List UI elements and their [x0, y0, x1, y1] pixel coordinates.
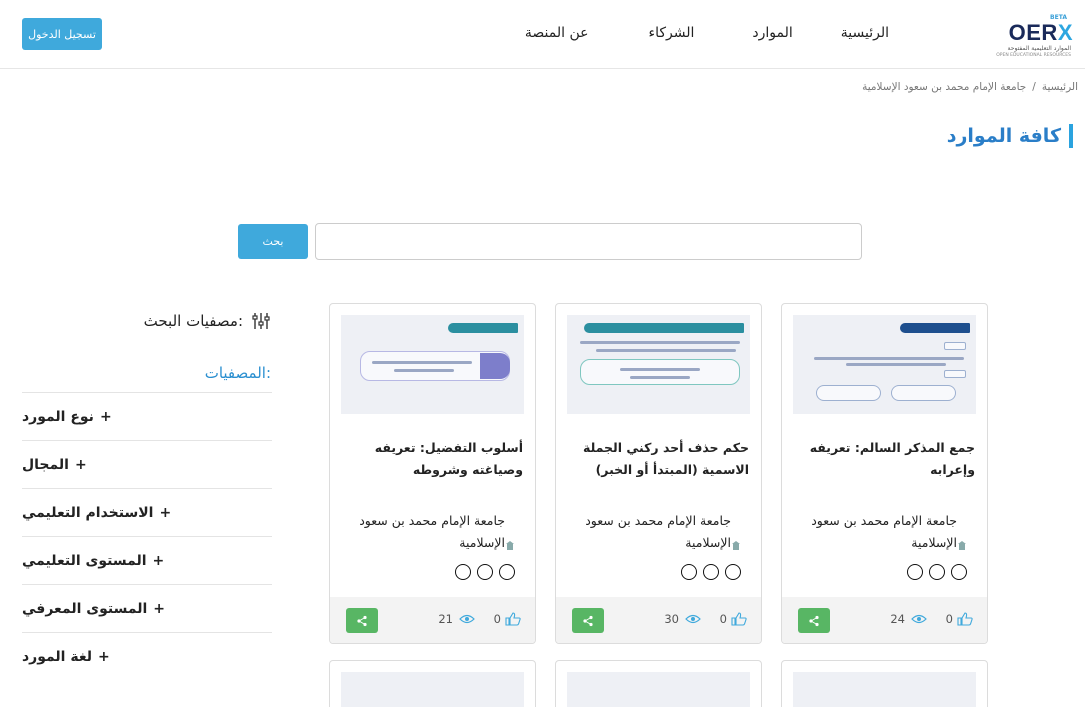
resource-card[interactable]: [329, 660, 536, 707]
university-icon: [957, 536, 967, 555]
nav-partners[interactable]: الشركاء: [649, 25, 695, 41]
share-button[interactable]: [798, 608, 830, 633]
filter-cognitive-level[interactable]: + المستوى المعرفي: [22, 584, 272, 632]
license-icons: [907, 564, 967, 580]
resource-thumbnail[interactable]: [567, 315, 750, 414]
resource-card[interactable]: [781, 660, 988, 707]
view-counter: 21: [438, 612, 475, 626]
resource-card[interactable]: أسلوب التفضيل: تعريفه وصياغته وشروطه جام…: [329, 303, 536, 644]
cc-by-icon: [951, 564, 967, 580]
filters-label: المصفيات:: [204, 364, 271, 382]
resource-title[interactable]: أسلوب التفضيل: تعريفه وصياغته وشروطه: [342, 437, 523, 481]
thumbs-up-icon: [957, 612, 973, 626]
resource-org: جامعة الإمام محمد بن سعود الإسلامية: [585, 513, 731, 550]
nav-home[interactable]: الرئيسية: [841, 25, 889, 41]
cc-nd-icon: [455, 564, 471, 580]
license-icons: [681, 564, 741, 580]
filter-educational-use[interactable]: + الاستخدام التعليمي: [22, 488, 272, 536]
share-button[interactable]: [346, 608, 378, 633]
filter-educational-level[interactable]: + المستوى التعليمي: [22, 536, 272, 584]
resource-thumbnail[interactable]: [793, 315, 976, 414]
breadcrumb: الرئيسية/جامعة الإمام محمد بن سعود الإسل…: [862, 81, 1078, 93]
breadcrumb-current: جامعة الإمام محمد بن سعود الإسلامية: [862, 81, 1027, 93]
top-header: BETA OERX الموارد التعليمية المفتوحة OPE…: [0, 0, 1085, 69]
card-footer: 0 24: [782, 597, 987, 643]
resource-thumbnail[interactable]: [341, 672, 524, 707]
nav-resources[interactable]: الموارد: [752, 25, 792, 41]
share-icon: [357, 615, 367, 626]
filter-resource-type[interactable]: + نوع المورد: [22, 392, 272, 440]
search-button[interactable]: بحث: [238, 224, 308, 259]
filter-list: + نوع المورد + المجال + الاستخدام التعليمي …: [22, 392, 272, 680]
nav-about[interactable]: عن المنصة: [525, 25, 589, 41]
cc-by-icon: [499, 564, 515, 580]
main-nav: الرئيسية الموارد الشركاء عن المنصة: [525, 25, 889, 41]
cc-nc-icon: [477, 564, 493, 580]
filter-domain[interactable]: + المجال: [22, 440, 272, 488]
resource-card[interactable]: [555, 660, 762, 707]
login-button[interactable]: تسجيل الدخول: [22, 18, 102, 50]
share-icon: [809, 615, 819, 626]
filter-resource-language[interactable]: + لغة المورد: [22, 632, 272, 680]
card-footer: 0 21: [330, 597, 535, 643]
thumbs-up-icon: [505, 612, 521, 626]
like-counter[interactable]: 0: [494, 612, 521, 626]
thumbs-up-icon: [731, 612, 747, 626]
resource-title[interactable]: حكم حذف أحد ركني الجملة الاسمية (المبتدأ…: [568, 437, 749, 481]
cc-nd-icon: [907, 564, 923, 580]
cc-nc-icon: [703, 564, 719, 580]
cc-nc-icon: [929, 564, 945, 580]
view-counter: 24: [890, 612, 927, 626]
eye-icon: [911, 614, 927, 624]
share-icon: [583, 615, 593, 626]
cc-nd-icon: [681, 564, 697, 580]
search-filters-heading: مصفيات البحث:: [144, 311, 271, 331]
page-title: كافة الموارد: [947, 124, 1073, 148]
sliders-icon: [252, 313, 270, 329]
resource-thumbnail[interactable]: [567, 672, 750, 707]
breadcrumb-home[interactable]: الرئيسية: [1042, 81, 1078, 93]
university-icon: [731, 536, 741, 555]
university-icon: [505, 536, 515, 555]
share-button[interactable]: [572, 608, 604, 633]
resource-card[interactable]: جمع المذكر السالم: تعريفه وإعرابه جامعة …: [781, 303, 988, 644]
resource-thumbnail[interactable]: [793, 672, 976, 707]
view-counter: 30: [664, 612, 701, 626]
resource-title[interactable]: جمع المذكر السالم: تعريفه وإعرابه: [794, 437, 975, 481]
cc-by-icon: [725, 564, 741, 580]
resource-org: جامعة الإمام محمد بن سعود الإسلامية: [811, 513, 957, 550]
license-icons: [455, 564, 515, 580]
search-input[interactable]: [315, 223, 862, 260]
resource-card[interactable]: حكم حذف أحد ركني الجملة الاسمية (المبتدأ…: [555, 303, 762, 644]
card-footer: 0 30: [556, 597, 761, 643]
resource-org: جامعة الإمام محمد بن سعود الإسلامية: [359, 513, 505, 550]
like-counter[interactable]: 0: [720, 612, 747, 626]
title-accent-bar: [1069, 124, 1073, 148]
eye-icon: [685, 614, 701, 624]
eye-icon: [459, 614, 475, 624]
resource-thumbnail[interactable]: [341, 315, 524, 414]
like-counter[interactable]: 0: [946, 612, 973, 626]
oerx-logo[interactable]: BETA OERX الموارد التعليمية المفتوحة OPE…: [996, 14, 1073, 58]
